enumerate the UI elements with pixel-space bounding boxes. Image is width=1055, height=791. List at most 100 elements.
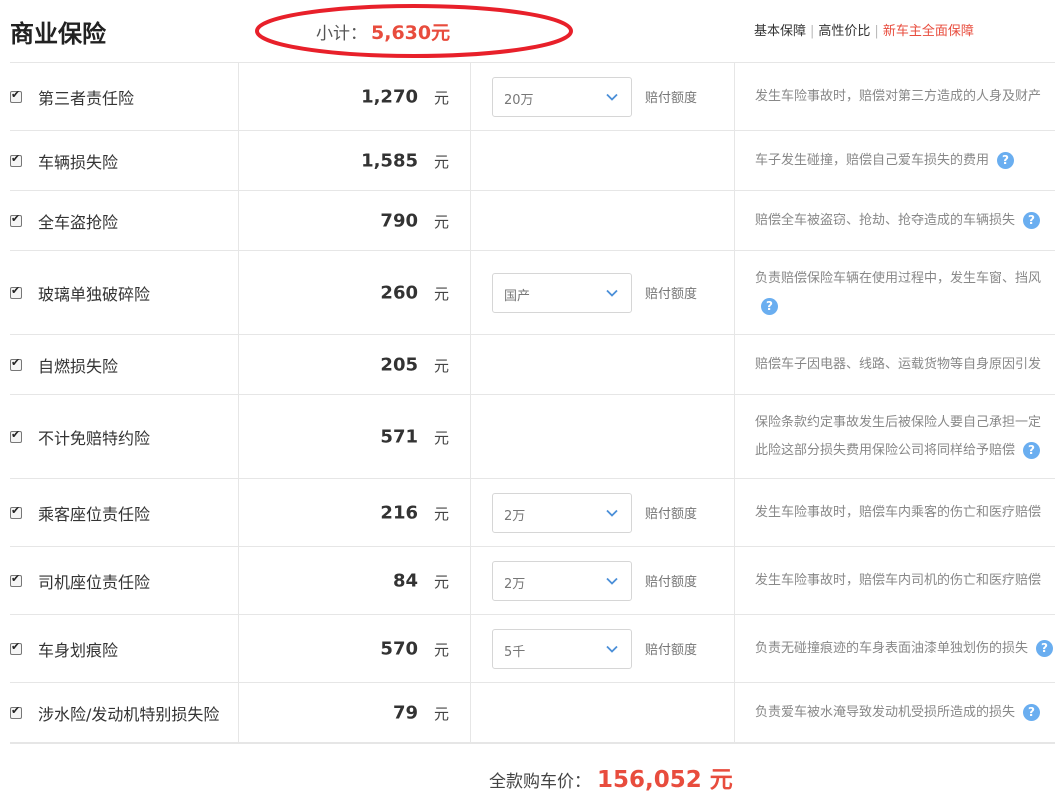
help-icon[interactable]: ?	[1023, 442, 1041, 459]
checkbox[interactable]	[10, 572, 22, 587]
chevron-down-icon	[606, 93, 618, 101]
coverage-select[interactable]: 20万	[492, 76, 632, 117]
description-cell: 发生车险事故时，赔偿车内司机的伤亡和医疗赔偿	[735, 547, 1055, 614]
plan-links: 基本保障 | 高性价比 | 新车主全面保障	[754, 20, 974, 39]
price-amount: 790	[380, 210, 418, 231]
coverage-value: 国产	[504, 288, 531, 304]
coverage-select[interactable]: 国产	[492, 272, 632, 313]
insurance-name: 涉水险/发动机特别损失险	[38, 704, 220, 724]
name-cell: 涉水险/发动机特别损失险	[10, 683, 239, 742]
table-row: 全车盗抢险 790 元 赔偿全车被盗窃、抢劫、抢夺造成的车辆损失?	[10, 191, 1055, 251]
coverage-label: 赔付额度	[645, 506, 698, 522]
checkbox[interactable]	[10, 504, 22, 519]
coverage-label: 赔付额度	[645, 574, 698, 590]
checkbox[interactable]	[10, 356, 22, 371]
description-cell: 负责赔偿保险车辆在使用过程中，发生车窗、挡风?	[735, 251, 1055, 334]
description-cell: 负责无碰撞痕迹的车身表面油漆单独划伤的损失?	[735, 615, 1055, 682]
option-cell: 20万 赔付额度	[471, 63, 735, 130]
option-cell	[471, 191, 735, 250]
divider	[10, 742, 1055, 744]
option-cell: 5千 赔付额度	[471, 615, 735, 682]
checkbox[interactable]	[10, 428, 22, 443]
table-row: 不计免赔特约险 571 元 保险条款约定事故发生后被保险人要自己承担一定此险这部分损失…	[10, 395, 1055, 479]
insurance-name: 玻璃单独破碎险	[38, 284, 151, 304]
price-unit: 元	[433, 88, 449, 107]
table-row: 乘客座位责任险 216 元 2万 赔付额度 发生车险事故时，赔偿车内乘客的伤亡和医疗赔偿	[10, 479, 1055, 547]
help-icon[interactable]: ?	[1023, 704, 1041, 721]
coverage-select[interactable]: 5千	[492, 628, 632, 669]
description-line: ?	[755, 293, 1041, 321]
description-cell: 发生车险事故时，赔偿对第三方造成的人身及财产	[735, 63, 1055, 130]
description-cell: 负责爱车被水淹导致发动机受损所造成的损失?	[735, 683, 1055, 742]
price-amount: 84	[392, 570, 418, 591]
checkbox[interactable]	[10, 704, 22, 719]
name-cell: 第三者责任险	[10, 63, 239, 130]
chevron-down-icon	[606, 645, 618, 653]
table-row: 司机座位责任险 84 元 2万 赔付额度 发生车险事故时，赔偿车内司机的伤亡和医疗赔偿	[10, 547, 1055, 615]
plan-full-link[interactable]: 新车主全面保障	[883, 24, 974, 39]
table-row: 玻璃单独破碎险 260 元 国产 赔付额度 负责赔偿保险车辆在使用过程中，发生车窗、挡风?	[10, 251, 1055, 335]
name-cell: 乘客座位责任险	[10, 479, 239, 546]
price-cell: 1,585 元	[239, 131, 471, 190]
divider: |	[874, 24, 879, 39]
coverage-select[interactable]: 2万	[492, 560, 632, 601]
option-cell	[471, 335, 735, 394]
plan-value-link[interactable]: 高性价比	[818, 24, 870, 39]
insurance-name: 车辆损失险	[38, 152, 119, 172]
table-row: 车辆损失险 1,585 元 车子发生碰撞，赔偿自己爱车损失的费用?	[10, 131, 1055, 191]
description-line: 赔偿全车被盗窃、抢劫、抢夺造成的车辆损失?	[755, 207, 1041, 235]
price-unit: 元	[433, 428, 449, 447]
total-label: 全款购车价：	[489, 772, 591, 791]
price-unit: 元	[433, 212, 449, 231]
checkbox[interactable]	[10, 88, 22, 103]
option-cell	[471, 395, 735, 478]
checkbox[interactable]	[10, 152, 22, 167]
coverage-value: 5千	[504, 644, 526, 660]
table-row: 第三者责任险 1,270 元 20万 赔付额度 发生车险事故时，赔偿对第三方造成的人身及财…	[10, 63, 1055, 131]
chevron-down-icon	[606, 509, 618, 517]
price-unit: 元	[433, 356, 449, 375]
description-line: 发生车险事故时，赔偿车内乘客的伤亡和医疗赔偿	[755, 505, 1042, 520]
table-row: 涉水险/发动机特别损失险 79 元 负责爱车被水淹导致发动机受损所造成的损失?	[10, 683, 1055, 743]
help-icon[interactable]: ?	[1036, 640, 1054, 657]
option-cell: 2万 赔付额度	[471, 479, 735, 546]
description-cell: 赔偿车子因电器、线路、运载货物等自身原因引发	[735, 335, 1055, 394]
description-line: 车子发生碰撞，赔偿自己爱车损失的费用?	[755, 147, 1015, 175]
name-cell: 全车盗抢险	[10, 191, 239, 250]
help-icon[interactable]: ?	[1023, 212, 1041, 229]
help-icon[interactable]: ?	[761, 298, 778, 315]
option-cell	[471, 131, 735, 190]
table-row: 车身划痕险 570 元 5千 赔付额度 负责无碰撞痕迹的车身表面油漆单独划伤的损失?	[10, 615, 1055, 683]
insurance-name: 第三者责任险	[38, 88, 135, 108]
checkbox[interactable]	[10, 640, 22, 655]
checkbox[interactable]	[10, 284, 22, 299]
checkbox[interactable]	[10, 212, 22, 227]
option-cell: 2万 赔付额度	[471, 547, 735, 614]
table-row: 自燃损失险 205 元 赔偿车子因电器、线路、运载货物等自身原因引发	[10, 335, 1055, 395]
price-amount: 571	[380, 426, 418, 447]
insurance-name: 自燃损失险	[38, 356, 119, 376]
price-amount: 1,270	[361, 86, 418, 107]
coverage-select[interactable]: 2万	[492, 492, 632, 533]
price-cell: 570 元	[239, 615, 471, 682]
divider: |	[810, 24, 815, 39]
name-cell: 不计免赔特约险	[10, 395, 239, 478]
price-cell: 216 元	[239, 479, 471, 546]
price-amount: 79	[392, 702, 418, 723]
name-cell: 车辆损失险	[10, 131, 239, 190]
description-line: 赔偿车子因电器、线路、运载货物等自身原因引发	[755, 357, 1042, 372]
total-price: 全款购车价： 156,052 元	[489, 760, 733, 791]
help-icon[interactable]: ?	[997, 152, 1015, 169]
subtotal-value: 5,630元	[371, 22, 451, 44]
description-line: 发生车险事故时，赔偿车内司机的伤亡和医疗赔偿	[755, 573, 1042, 588]
price-cell: 79 元	[239, 683, 471, 742]
price-unit: 元	[433, 640, 449, 659]
price-unit: 元	[433, 572, 449, 591]
plan-basic-link[interactable]: 基本保障	[754, 24, 806, 39]
page-title: 商业保险	[10, 20, 106, 48]
description-cell: 发生车险事故时，赔偿车内乘客的伤亡和医疗赔偿	[735, 479, 1055, 546]
description-line: 负责赔偿保险车辆在使用过程中，发生车窗、挡风	[755, 271, 1042, 286]
price-cell: 205 元	[239, 335, 471, 394]
total-value: 156,052 元	[597, 767, 733, 791]
coverage-value: 20万	[504, 92, 534, 108]
